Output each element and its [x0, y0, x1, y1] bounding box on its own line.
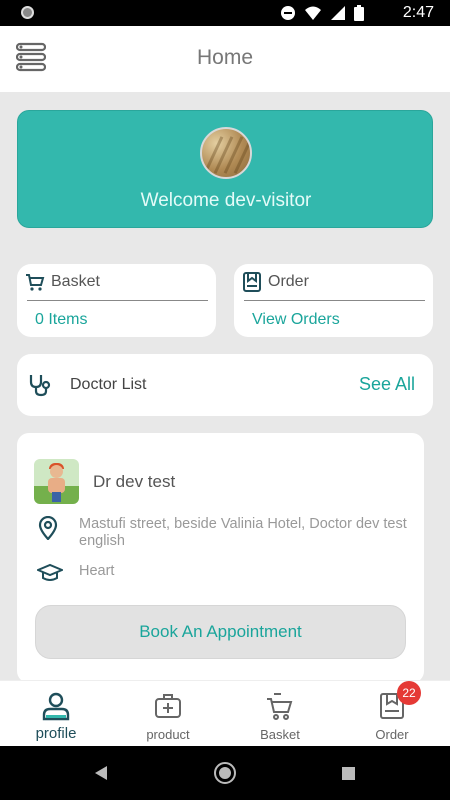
doctor-list-label: Doctor List — [70, 376, 147, 393]
doctor-name: Dr dev test — [93, 472, 176, 491]
doctor-card[interactable]: Dr dev test Mastufi street, beside Valin… — [17, 433, 424, 683]
basket-label: Basket — [51, 273, 100, 290]
status-time: 2:47 — [402, 4, 434, 21]
doctor-address-row: Mastufi street, beside Valinia Hotel, Do… — [37, 515, 409, 550]
do-not-disturb-icon — [281, 6, 295, 20]
nav-label-basket: Basket — [260, 727, 300, 742]
basket-count: 0 Items — [35, 311, 88, 328]
bottom-nav: profile product Basket Order — [0, 680, 450, 746]
basket-card[interactable]: Basket 0 Items — [17, 264, 216, 337]
recents-icon[interactable] — [342, 767, 355, 780]
see-all-link[interactable]: See All — [359, 374, 415, 395]
nav-label-profile: profile — [35, 725, 77, 742]
notification-icon — [21, 6, 34, 19]
nav-label-product: product — [146, 727, 190, 742]
book-appointment-button[interactable]: Book An Appointment — [35, 605, 406, 659]
page-title: Home — [196, 46, 254, 69]
battery-icon — [354, 5, 364, 21]
order-count-badge: 22 — [397, 681, 421, 705]
app-header: Home — [0, 26, 450, 92]
nav-item-product[interactable]: product — [112, 681, 224, 747]
status-bar: 2:47 — [0, 0, 450, 26]
doctor-avatar — [34, 459, 79, 504]
user-avatar[interactable] — [200, 127, 252, 179]
stethoscope-icon — [29, 375, 51, 397]
home-icon[interactable] — [214, 762, 236, 784]
welcome-text: Welcome dev-visitor — [140, 190, 312, 211]
back-icon[interactable] — [95, 766, 107, 780]
profile-icon — [42, 692, 70, 721]
location-pin-icon — [38, 515, 58, 541]
divider — [244, 300, 425, 301]
cart-icon — [26, 274, 45, 291]
doctor-specialty-row: Heart — [35, 563, 409, 588]
welcome-card: Welcome dev-visitor — [17, 110, 433, 228]
order-card[interactable]: Order View Orders — [234, 264, 433, 337]
system-nav-bar — [0, 746, 450, 800]
nav-label-order: Order — [375, 727, 409, 742]
signal-icon — [331, 6, 345, 20]
cart-icon — [267, 693, 293, 720]
divider — [27, 300, 208, 301]
nav-item-basket[interactable]: Basket — [224, 681, 336, 747]
nav-item-order[interactable]: Order — [336, 681, 448, 747]
nav-item-profile[interactable]: profile — [0, 681, 112, 747]
doctor-specialty: Heart — [79, 563, 115, 579]
doctor-list-bar: Doctor List See All — [17, 354, 433, 416]
order-icon — [243, 272, 261, 292]
view-orders-link[interactable]: View Orders — [252, 311, 340, 329]
wifi-icon — [305, 6, 321, 20]
status-icons — [280, 5, 364, 21]
graduation-cap-icon — [35, 563, 65, 581]
order-label: Order — [268, 273, 309, 290]
doctor-address: Mastufi street, beside Valinia Hotel, Do… — [79, 516, 407, 549]
medkit-icon — [155, 694, 181, 718]
